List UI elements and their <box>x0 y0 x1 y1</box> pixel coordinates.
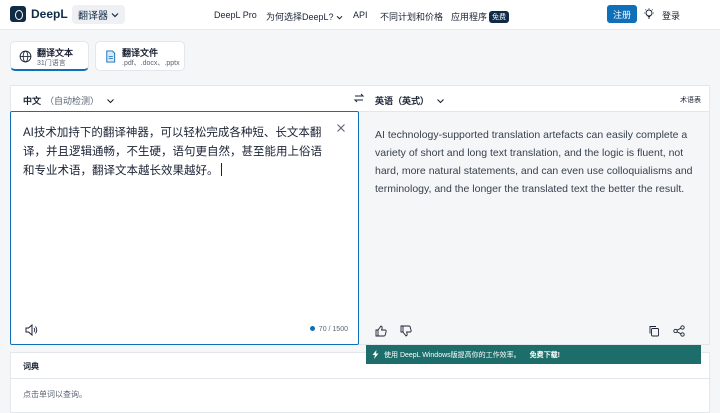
signup-button[interactable]: 注册 <box>607 5 637 23</box>
brand-name: DeepL <box>31 7 68 21</box>
translation-output[interactable]: AI technology-supported translation arte… <box>375 126 700 198</box>
tab-translate-files[interactable]: 翻译文件 .pdf、.docx、.pptx <box>95 41 185 71</box>
thumbs-up-icon[interactable] <box>375 325 387 337</box>
nav-api[interactable]: API <box>353 10 368 20</box>
share-icon[interactable] <box>673 325 685 337</box>
tab-translate-files-subtitle: .pdf、.docx、.pptx <box>122 60 180 67</box>
deepl-logo-icon <box>10 6 26 22</box>
counter-dot-icon <box>309 326 315 331</box>
source-language-select[interactable]: 中文 （自动检测） <box>23 94 115 107</box>
windows-app-banner[interactable]: 使用 DeepL Windows版提高你的工作效率。 免费下载! <box>366 345 701 364</box>
tab-translate-text-subtitle: 31门语言 <box>37 60 66 67</box>
chevron-down-icon <box>111 12 119 17</box>
globe-icon <box>19 50 32 63</box>
thumbs-down-icon[interactable] <box>400 325 412 337</box>
dictionary-hint: 点击单词以查询。 <box>23 390 87 399</box>
nav-apps[interactable]: 应用程序 免费 <box>451 10 510 23</box>
divider <box>11 378 711 379</box>
product-label: 翻译器 <box>78 11 108 22</box>
free-badge: 免费 <box>489 11 510 23</box>
auto-detect-label: （自动检测） <box>45 96 100 106</box>
character-count: 70 / 1500 <box>318 326 348 333</box>
nav-apps-label: 应用程序 <box>451 12 488 22</box>
document-icon <box>106 50 116 63</box>
copy-icon[interactable] <box>648 325 660 337</box>
tab-translate-text[interactable]: 翻译文本 31门语言 <box>10 41 89 71</box>
nav-why-deepl-label: 为何选择DeepL? <box>266 12 334 22</box>
banner-text: 使用 DeepL Windows版提高你的工作效率。 <box>384 351 521 359</box>
nav-deepl-pro[interactable]: DeepL Pro <box>214 10 257 20</box>
target-language: 英语（英式） <box>375 96 430 106</box>
download-link[interactable]: 免费下载! <box>530 350 560 360</box>
swap-languages-icon[interactable] <box>353 92 365 104</box>
chevron-down-icon <box>106 99 114 104</box>
target-language-select[interactable]: 英语（英式） <box>375 94 445 107</box>
nav-why-deepl[interactable]: 为何选择DeepL? <box>266 10 343 23</box>
target-text-panel: AI technology-supported translation arte… <box>359 111 710 345</box>
source-text-panel[interactable]: AI技术加持下的翻译神器，可以轻松完成各种短、长文本翻译，并且逻辑通畅，不生硬，… <box>10 111 359 345</box>
product-switcher[interactable]: 翻译器 <box>72 5 125 24</box>
speaker-icon[interactable] <box>25 324 38 336</box>
chevron-down-icon <box>336 15 343 20</box>
nav-pricing[interactable]: 不同计划和价格 <box>380 10 443 23</box>
lightbulb-icon[interactable] <box>643 8 655 20</box>
login-link[interactable]: 登录 <box>662 9 680 22</box>
character-counter: 70 / 1500 <box>309 326 348 333</box>
source-textarea[interactable]: AI技术加持下的翻译神器，可以轻松完成各种短、长文本翻译，并且逻辑通畅，不生硬，… <box>23 124 328 181</box>
lightning-icon <box>372 350 379 359</box>
language-bar: 中文 （自动检测） 英语（英式） 术语表 <box>10 85 710 111</box>
deepl-logo[interactable]: DeepL <box>10 6 68 22</box>
close-icon[interactable] <box>336 123 346 133</box>
dictionary-title: 词典 <box>23 362 39 371</box>
glossary-button[interactable]: 术语表 <box>680 95 701 105</box>
source-language: 中文 <box>23 96 42 106</box>
top-bar: DeepL 翻译器 DeepL Pro 为何选择DeepL? API 不同计划和… <box>0 0 720 30</box>
chevron-down-icon <box>436 99 444 104</box>
